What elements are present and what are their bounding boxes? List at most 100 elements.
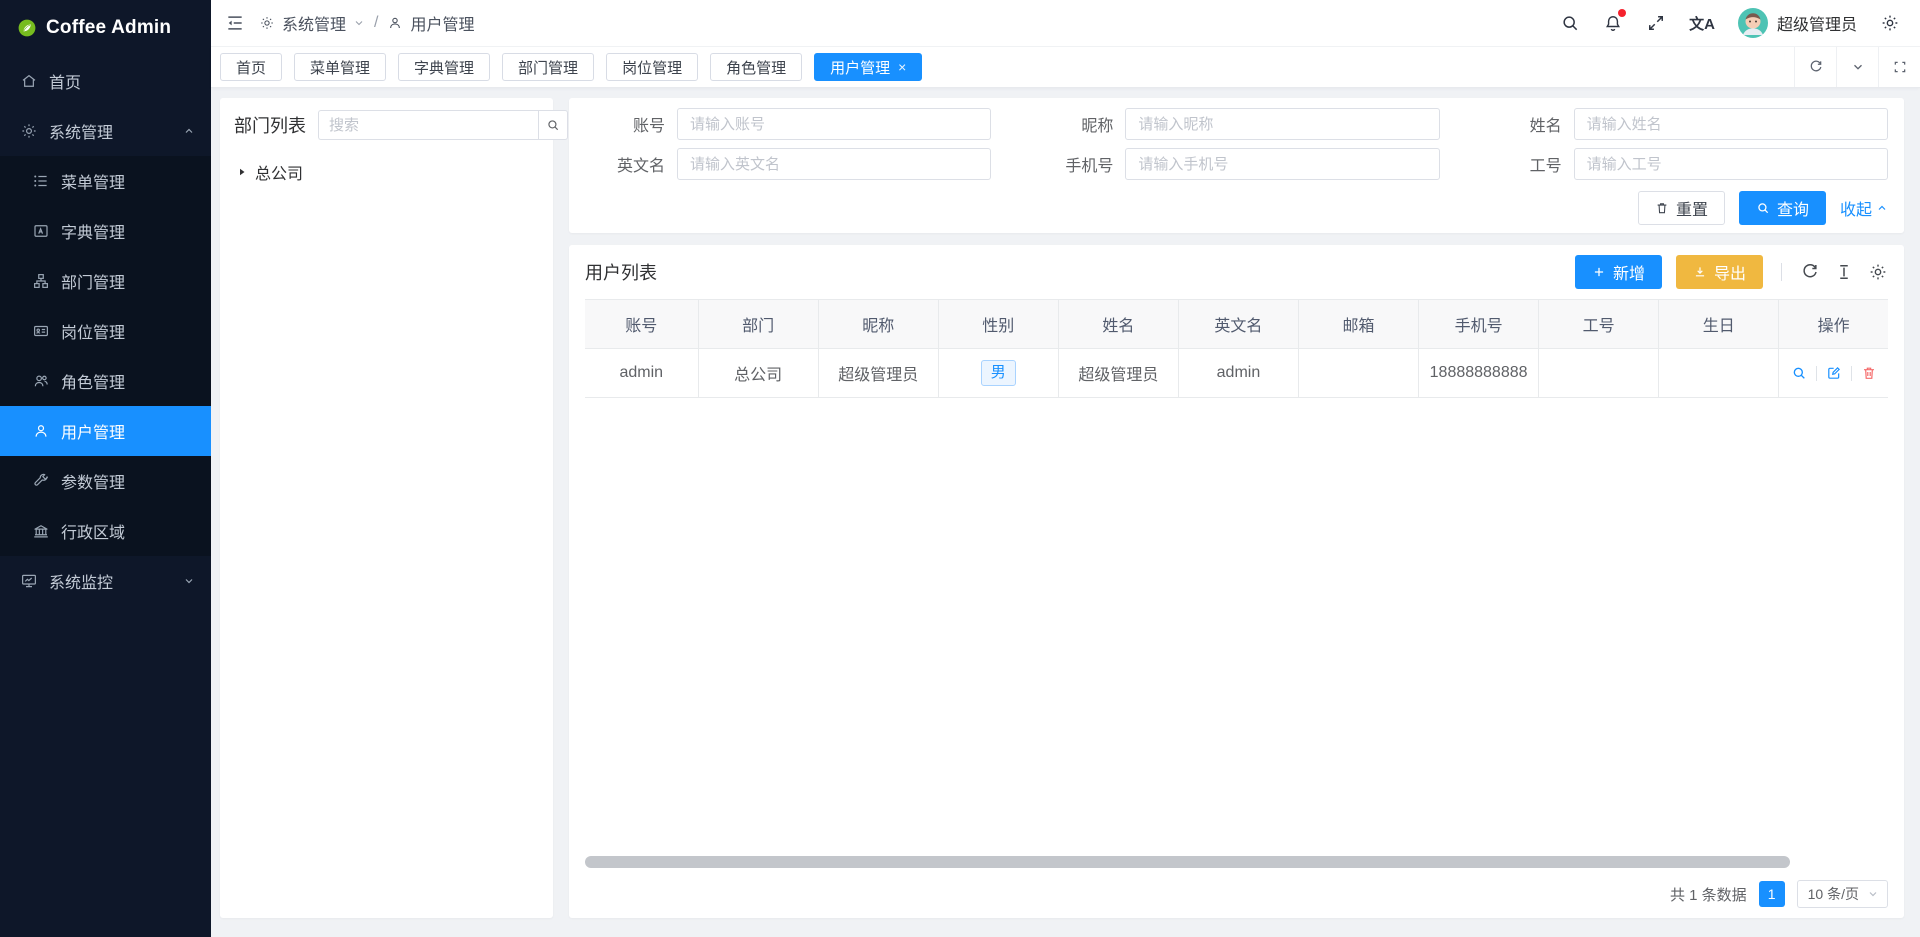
reset-button[interactable]: 重置: [1638, 191, 1725, 225]
tree-node-label: 总公司: [255, 160, 303, 184]
content-maximize-icon[interactable]: [1878, 47, 1920, 87]
translate-icon[interactable]: 文A: [1689, 13, 1715, 34]
sidebar-item-label: 部门管理: [61, 269, 125, 293]
global-search-icon[interactable]: [1560, 13, 1580, 33]
col-nickname: 昵称: [818, 300, 938, 349]
tab-dict-mgmt[interactable]: 字典管理: [398, 53, 490, 81]
chevron-down-icon[interactable]: [353, 17, 365, 29]
sidebar-item-dict-mgmt[interactable]: 字典管理: [0, 206, 211, 256]
table-title: 用户列表: [585, 259, 657, 285]
page-size-select[interactable]: 10 条/页: [1797, 880, 1888, 908]
tree-node-head-office[interactable]: 总公司: [234, 156, 539, 188]
nickname-input[interactable]: [1125, 108, 1439, 140]
account-input[interactable]: [677, 108, 991, 140]
field-phone: 手机号: [1033, 148, 1439, 180]
tab-close-icon[interactable]: ×: [898, 60, 906, 74]
dictionary-icon: [32, 222, 50, 240]
cell-email: [1298, 349, 1418, 398]
tab-menu-mgmt[interactable]: 菜单管理: [294, 53, 386, 81]
name-input[interactable]: [1574, 108, 1888, 140]
field-label: 工号: [1482, 152, 1574, 176]
sidebar-item-home[interactable]: 首页: [0, 56, 211, 106]
dept-search-button[interactable]: [538, 110, 568, 140]
action-divider: [1851, 366, 1852, 381]
sidebar-item-user-mgmt[interactable]: 用户管理: [0, 406, 211, 456]
tab-home[interactable]: 首页: [220, 53, 282, 81]
column-settings-gear-icon[interactable]: [1868, 262, 1888, 282]
breadcrumb-section[interactable]: 系统管理: [282, 11, 346, 35]
search-button[interactable]: 查询: [1739, 191, 1826, 225]
col-account: 账号: [585, 300, 698, 349]
work-no-input[interactable]: [1574, 148, 1888, 180]
dept-panel-header: 部门列表: [234, 110, 539, 140]
sidebar-item-label: 字典管理: [61, 219, 125, 243]
col-actions: 操作: [1779, 300, 1888, 349]
sidebar-item-system-mgmt[interactable]: 系统管理: [0, 106, 211, 156]
brand: Coffee Admin: [0, 0, 211, 56]
caret-right-icon[interactable]: [236, 166, 248, 178]
tab-refresh-icon[interactable]: [1794, 47, 1836, 87]
sidebar-collapse-icon[interactable]: [225, 13, 245, 33]
table-row: admin 总公司 超级管理员 男 超级管理员 admin 1888888888…: [585, 349, 1888, 398]
view-action-icon[interactable]: [1791, 365, 1807, 381]
pagination: 共 1 条数据 1 10 条/页: [585, 874, 1888, 918]
sidebar-item-param-mgmt[interactable]: 参数管理: [0, 456, 211, 506]
table-header-row: 账号 部门 昵称 性别 姓名 英文名 邮箱 手机号 工号 生日 操作: [585, 300, 1888, 349]
table-empty-area: [585, 398, 1888, 856]
export-button[interactable]: 导出: [1676, 255, 1763, 289]
row-density-icon[interactable]: [1834, 262, 1854, 282]
field-english-name: 英文名: [585, 148, 991, 180]
page-number-button[interactable]: 1: [1759, 881, 1785, 907]
sidebar-item-admin-region[interactable]: 行政区域: [0, 506, 211, 556]
tab-user-mgmt[interactable]: 用户管理 ×: [814, 53, 922, 81]
dept-panel: 部门列表 总公司: [220, 98, 553, 918]
sidebar-item-system-monitor[interactable]: 系统监控: [0, 556, 211, 606]
user-menu[interactable]: 超级管理员: [1738, 8, 1857, 38]
tabbar: 首页 菜单管理 字典管理 部门管理 岗位管理 角色管理 用户管理 ×: [211, 47, 1920, 88]
collapse-form-link[interactable]: 收起: [1840, 196, 1888, 220]
sidebar-item-role-mgmt[interactable]: 角色管理: [0, 356, 211, 406]
table-card-header: 用户列表 新增 导出: [585, 245, 1888, 299]
sidebar-item-label: 系统管理: [49, 119, 113, 143]
scrollbar-thumb[interactable]: [585, 856, 1790, 868]
delete-action-icon[interactable]: [1861, 365, 1877, 381]
table-refresh-icon[interactable]: [1800, 262, 1820, 282]
english-name-input[interactable]: [677, 148, 991, 180]
sidebar: Coffee Admin 首页 系统管理 菜单管理 字典管理: [0, 0, 211, 937]
org-tree-icon: [32, 272, 50, 290]
id-card-icon: [32, 322, 50, 340]
col-phone: 手机号: [1419, 300, 1539, 349]
sidebar-item-post-mgmt[interactable]: 岗位管理: [0, 306, 211, 356]
field-label: 英文名: [585, 152, 677, 176]
sidebar-item-label: 系统监控: [49, 569, 113, 593]
user-icon: [387, 15, 403, 31]
tab-role-mgmt[interactable]: 角色管理: [710, 53, 802, 81]
tab-post-mgmt[interactable]: 岗位管理: [606, 53, 698, 81]
sidebar-item-menu-mgmt[interactable]: 菜单管理: [0, 156, 211, 206]
tab-list-chevron-icon[interactable]: [1836, 47, 1878, 87]
collapse-label: 收起: [1840, 196, 1872, 220]
settings-gear-icon[interactable]: [1880, 13, 1900, 33]
app-root: Coffee Admin 首页 系统管理 菜单管理 字典管理: [0, 0, 1920, 937]
edit-action-icon[interactable]: [1826, 365, 1842, 381]
phone-input[interactable]: [1125, 148, 1439, 180]
tab-label: 角色管理: [726, 57, 786, 78]
dept-search-input[interactable]: [318, 110, 538, 140]
tab-dept-mgmt[interactable]: 部门管理: [502, 53, 594, 81]
home-icon: [20, 72, 38, 90]
tabbar-controls: [1794, 47, 1920, 87]
notification-bell-icon[interactable]: [1603, 13, 1623, 33]
roles-icon: [32, 372, 50, 390]
sidebar-item-label: 首页: [49, 69, 81, 93]
col-english-name: 英文名: [1178, 300, 1298, 349]
fullscreen-icon[interactable]: [1646, 13, 1666, 33]
sidebar-item-label: 菜单管理: [61, 169, 125, 193]
add-user-button[interactable]: 新增: [1575, 255, 1662, 289]
search-label: 查询: [1777, 196, 1809, 220]
breadcrumb: 系统管理 / 用户管理: [259, 11, 474, 35]
field-account: 账号: [585, 108, 991, 140]
topbar-left: 系统管理 / 用户管理: [225, 11, 474, 35]
sidebar-item-dept-mgmt[interactable]: 部门管理: [0, 256, 211, 306]
user-table: 账号 部门 昵称 性别 姓名 英文名 邮箱 手机号 工号 生日 操作: [585, 299, 1888, 398]
right-column: 账号 昵称 姓名 英文名: [569, 98, 1904, 918]
